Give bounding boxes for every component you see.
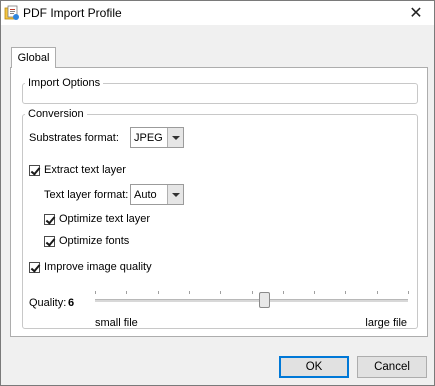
substrates-format-label: Substrates format: — [29, 132, 119, 144]
pdf-import-profile-dialog: PDF Import Profile ✕ Global Import Optio… — [0, 0, 435, 386]
import-options-legend: Import Options — [28, 77, 101, 89]
slider-tick — [314, 291, 315, 294]
title-bar: PDF Import Profile ✕ — [1, 1, 434, 25]
conversion-legend: Conversion — [28, 108, 84, 120]
text-layer-format-label: Text layer format: — [44, 189, 129, 201]
substrates-format-select[interactable]: JPEG — [130, 127, 184, 148]
slider-tick — [377, 291, 378, 294]
text-layer-format-select[interactable]: Auto — [130, 184, 184, 205]
quality-slider-thumb[interactable] — [259, 292, 270, 308]
ok-button[interactable]: OK — [279, 356, 349, 378]
text-layer-format-value: Auto — [134, 189, 157, 201]
slider-tick — [95, 291, 96, 294]
quality-label: Quality: — [29, 297, 67, 309]
global-tab-panel: Import Options Conversion Substrates for… — [10, 67, 428, 337]
slider-tick — [158, 291, 159, 294]
import-options-group: Import Options — [22, 77, 418, 104]
tab-global[interactable]: Global — [11, 47, 56, 68]
optimize-fonts-label: Optimize fonts — [59, 235, 130, 247]
cancel-button[interactable]: Cancel — [357, 356, 427, 378]
extract-text-layer-checkbox[interactable] — [29, 165, 40, 176]
quality-slider-track[interactable] — [95, 299, 408, 302]
slider-tick — [220, 291, 221, 294]
improve-image-quality-checkbox[interactable] — [29, 262, 40, 273]
optimize-text-layer-label: Optimize text layer — [59, 213, 151, 225]
large-file-label: large file — [365, 317, 407, 329]
small-file-label: small file — [95, 317, 138, 329]
app-icon — [4, 5, 20, 21]
improve-image-quality-label: Improve image quality — [44, 261, 152, 273]
slider-tick — [126, 291, 127, 294]
extract-text-layer-label: Extract text layer — [44, 164, 126, 176]
slider-tick — [408, 291, 409, 294]
chevron-down-icon[interactable] — [167, 128, 183, 147]
chevron-down-icon[interactable] — [167, 185, 183, 204]
slider-tick — [345, 291, 346, 294]
optimize-text-layer-checkbox[interactable] — [44, 214, 55, 225]
slider-tick — [252, 291, 253, 294]
slider-tick — [189, 291, 190, 294]
window-title: PDF Import Profile — [23, 6, 122, 20]
quality-value: 6 — [68, 297, 75, 309]
substrates-format-value: JPEG — [134, 132, 163, 144]
optimize-fonts-checkbox[interactable] — [44, 236, 55, 247]
slider-tick — [283, 291, 284, 294]
close-icon[interactable]: ✕ — [406, 4, 426, 22]
